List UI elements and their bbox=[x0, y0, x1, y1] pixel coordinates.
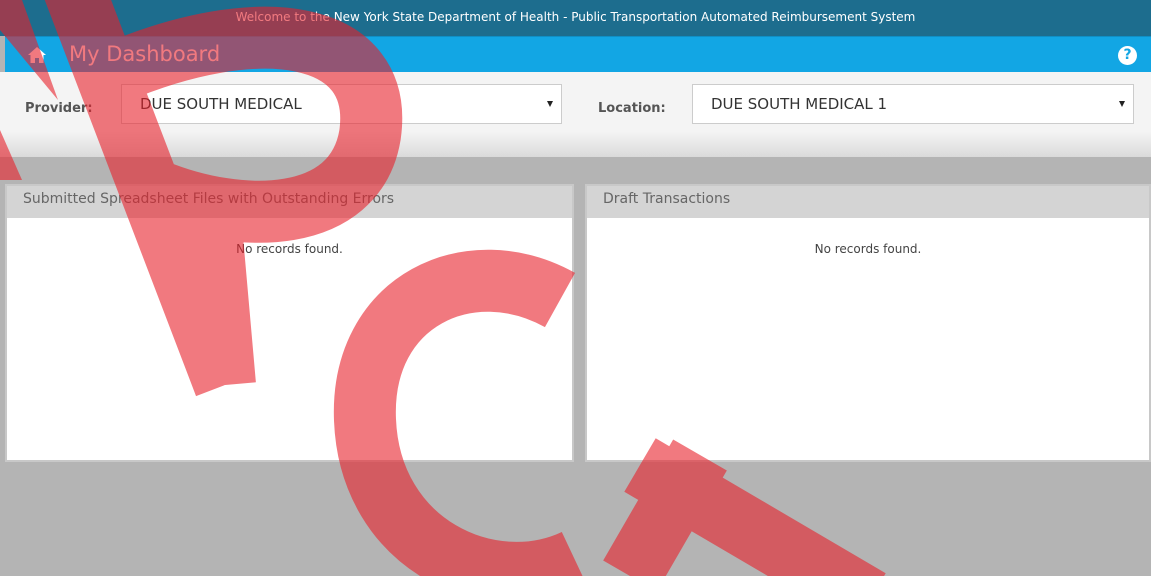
panel-header: Draft Transactions bbox=[587, 186, 1149, 218]
empty-message: No records found. bbox=[236, 242, 343, 256]
location-label: Location: bbox=[598, 101, 666, 116]
chevron-down-icon bbox=[547, 101, 553, 107]
location-select-value: DUE SOUTH MEDICAL 1 bbox=[711, 95, 888, 113]
provider-label: Provider: bbox=[25, 101, 93, 116]
filter-bar: Provider: DUE SOUTH MEDICAL Location: DU… bbox=[0, 72, 1151, 157]
chevron-down-icon bbox=[1119, 101, 1125, 107]
draft-transactions-panel: Draft Transactions No records found. bbox=[585, 184, 1151, 462]
location-select[interactable]: DUE SOUTH MEDICAL 1 bbox=[692, 84, 1134, 124]
page-title: My Dashboard bbox=[69, 42, 221, 66]
welcome-banner: Welcome to the New York State Department… bbox=[0, 0, 1151, 36]
welcome-text: Welcome to the New York State Department… bbox=[235, 10, 916, 24]
panel-header: Submitted Spreadsheet Files with Outstan… bbox=[7, 186, 572, 218]
provider-select-value: DUE SOUTH MEDICAL bbox=[140, 95, 302, 113]
empty-message: No records found. bbox=[814, 242, 922, 256]
dashboard-title-bar: My Dashboard ? bbox=[5, 36, 1151, 72]
provider-select[interactable]: DUE SOUTH MEDICAL bbox=[121, 84, 562, 124]
filter-bar-shade bbox=[0, 132, 1151, 157]
help-icon[interactable]: ? bbox=[1118, 46, 1137, 65]
home-icon[interactable] bbox=[27, 46, 47, 64]
outstanding-errors-panel: Submitted Spreadsheet Files with Outstan… bbox=[5, 184, 574, 462]
